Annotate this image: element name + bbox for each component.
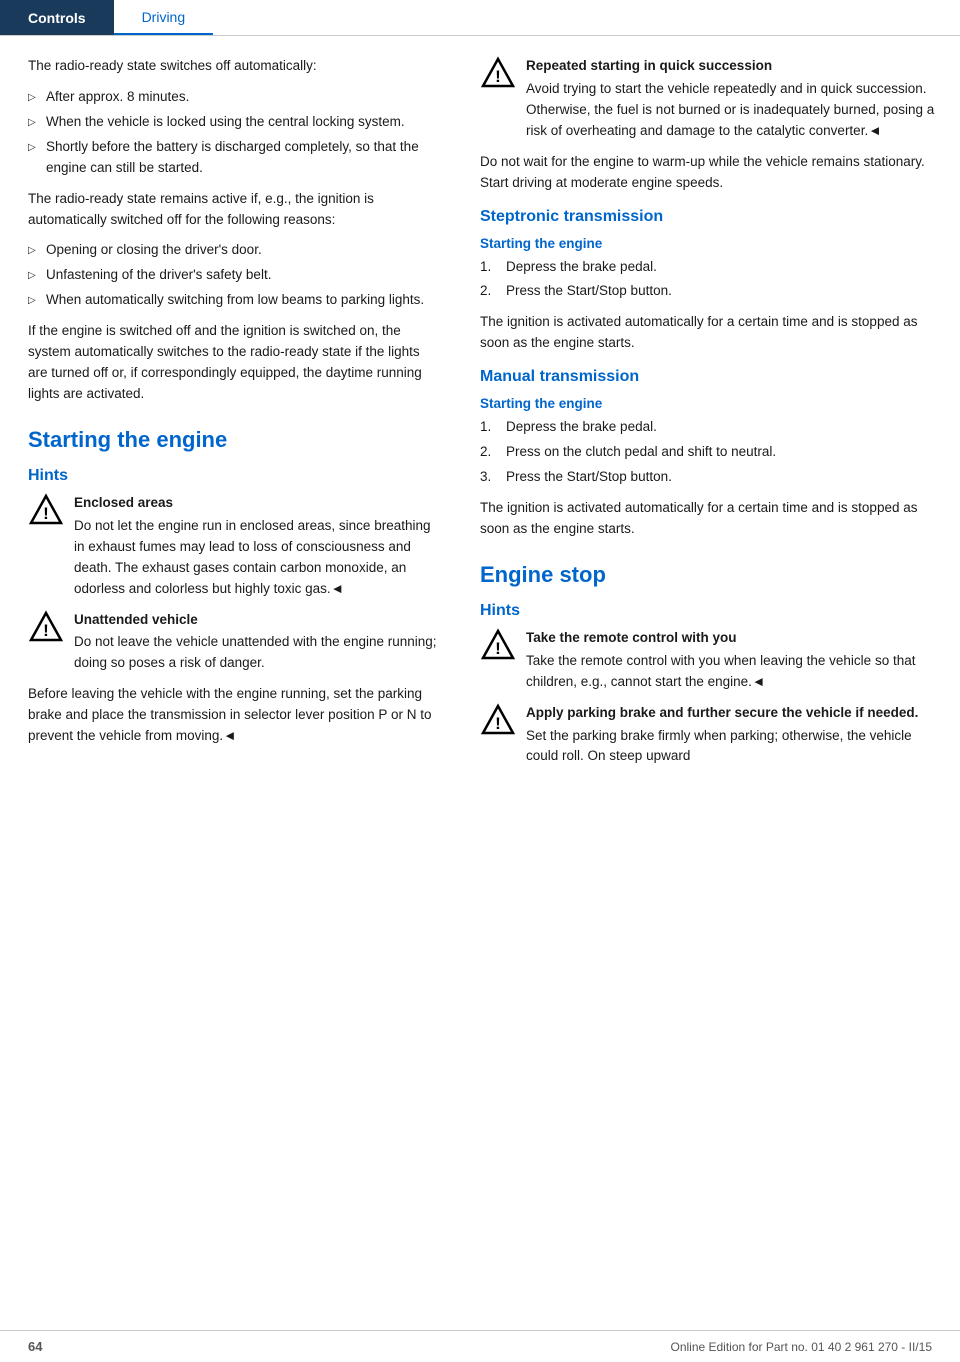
warning-repeated-text: Repeated starting in quick succession Av… [526,56,940,142]
list-item: 2.Press on the clutch pedal and shift to… [480,442,940,463]
list-item: 1.Depress the brake pedal. [480,257,940,278]
manual-steps-list: 1.Depress the brake pedal. 2.Press on th… [480,417,940,488]
section-engine-stop-title: Engine stop [480,562,940,588]
page-content: The radio-ready state switches off autom… [0,36,960,777]
before-leaving-p: Before leaving the vehicle with the engi… [28,684,440,747]
warning-icon-5: ! [480,703,516,739]
steptronic-steps-list: 1.Depress the brake pedal. 2.Press the S… [480,257,940,303]
warning-unattended-body: Do not leave the vehicle unattended with… [74,634,437,670]
warning-unattended-text: Unattended vehicle Do not leave the vehi… [74,610,440,675]
bullet-list-2: Opening or closing the driver's door. Un… [28,240,440,311]
svg-text:!: ! [495,639,501,658]
warning-repeated-body: Avoid trying to start the vehicle repeat… [526,81,934,138]
warning-remote-body: Take the remote control with you when le… [526,653,915,689]
warning-icon-2: ! [28,610,64,646]
list-item: Shortly before the battery is discharged… [28,137,440,179]
sub-starting-1: Starting the engine [480,236,940,251]
copyright-text: Online Edition for Part no. 01 40 2 961 … [670,1340,932,1354]
warning-icon-1: ! [28,493,64,529]
section-manual-title: Manual transmission [480,368,940,386]
warning-icon-3: ! [480,56,516,92]
list-item: 3.Press the Start/Stop button. [480,467,940,488]
svg-text:!: ! [43,621,49,640]
page-number: 64 [28,1339,42,1354]
svg-text:!: ! [495,714,501,733]
warning-parking-brake: ! Apply parking brake and further secure… [480,703,940,768]
intro-p1: The radio-ready state switches off autom… [28,56,440,77]
warning-enclosed-areas: ! Enclosed areas Do not let the engine r… [28,493,440,600]
bullet-list-1: After approx. 8 minutes. When the vehicl… [28,87,440,179]
warning-enclosed-title: Enclosed areas [74,493,440,514]
intro-p2: The radio-ready state remains active if,… [28,189,440,231]
svg-text:!: ! [43,504,49,523]
intro-p3: If the engine is switched off and the ig… [28,321,440,405]
hints-heading-left: Hints [28,467,440,485]
manual-note: The ignition is activated automatically … [480,498,940,540]
warning-remote-title: Take the remote control with you [526,628,940,649]
warning-remote-text: Take the remote control with you Take th… [526,628,940,693]
section-starting-engine-title: Starting the engine [28,427,440,453]
warning-repeated-title: Repeated starting in quick succession [526,56,940,77]
warning-icon-4: ! [480,628,516,664]
warning-unattended-title: Unattended vehicle [74,610,440,631]
warning-unattended: ! Unattended vehicle Do not leave the ve… [28,610,440,675]
sub-starting-2: Starting the engine [480,396,940,411]
warning-enclosed-text: Enclosed areas Do not let the engine run… [74,493,440,600]
warning-enclosed-body: Do not let the engine run in enclosed ar… [74,518,430,596]
hints-heading-right: Hints [480,602,940,620]
list-item: Opening or closing the driver's door. [28,240,440,261]
tab-driving[interactable]: Driving [114,0,214,35]
list-item: After approx. 8 minutes. [28,87,440,108]
warm-up-p: Do not wait for the engine to warm-up wh… [480,152,940,194]
steptronic-note: The ignition is activated automatically … [480,312,940,354]
svg-text:!: ! [495,67,501,86]
list-item: 2.Press the Start/Stop button. [480,281,940,302]
warning-parking-text: Apply parking brake and further secure t… [526,703,940,768]
section-steptronic-title: Steptronic transmission [480,208,940,226]
list-item: When the vehicle is locked using the cen… [28,112,440,133]
top-navigation: Controls Driving [0,0,960,36]
list-item: 1.Depress the brake pedal. [480,417,940,438]
right-column: ! Repeated starting in quick succession … [460,56,960,777]
list-item: Unfastening of the driver's safety belt. [28,265,440,286]
warning-repeated-starting: ! Repeated starting in quick succession … [480,56,940,142]
tab-controls[interactable]: Controls [0,0,114,35]
list-item: When automatically switching from low be… [28,290,440,311]
footer: 64 Online Edition for Part no. 01 40 2 9… [0,1330,960,1362]
left-column: The radio-ready state switches off autom… [0,56,460,777]
warning-parking-title: Apply parking brake and further secure t… [526,703,940,724]
warning-parking-body: Set the parking brake firmly when parkin… [526,728,912,764]
warning-remote-control: ! Take the remote control with you Take … [480,628,940,693]
